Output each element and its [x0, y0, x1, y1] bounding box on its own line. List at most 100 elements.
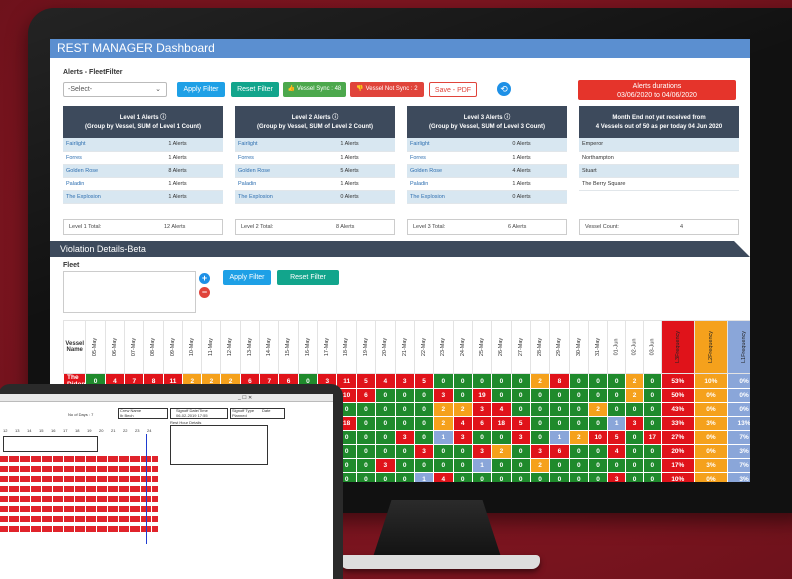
- pct-cell: 0%: [693, 402, 728, 417]
- table-row: Golden Rose 5 Alerts: [235, 164, 395, 178]
- vessel-name[interactable]: Golden Rose: [63, 164, 166, 178]
- violation-cell: 0: [568, 416, 589, 431]
- hour-label: 19: [87, 428, 92, 433]
- vessel-name[interactable]: The Explosion: [235, 190, 338, 204]
- vessel-name[interactable]: Golden Rose: [407, 164, 510, 178]
- rest-row: [0, 506, 158, 512]
- table-row: Forres 1 Alerts: [235, 151, 395, 165]
- violation-cell: 4: [491, 402, 512, 417]
- date-header: 29-May: [549, 320, 570, 374]
- pct-cell: 0%: [726, 388, 750, 403]
- date-header: 19-May: [355, 320, 377, 374]
- vessel-name[interactable]: Paladin: [407, 177, 510, 191]
- vessel-sync-button[interactable]: 👍 Vessel Sync : 48: [283, 82, 346, 97]
- violation-cell: 3: [471, 444, 493, 459]
- table-row: Fairlight 0 Alerts: [407, 138, 567, 152]
- violation-cell: 0: [587, 444, 609, 459]
- vessel-name[interactable]: Golden Rose: [235, 164, 338, 178]
- refresh-icon[interactable]: ⟲: [497, 82, 511, 96]
- alert-count: 1 Alerts: [165, 151, 223, 165]
- violation-cell: 2: [433, 402, 454, 417]
- violation-cell: 0: [375, 472, 396, 482]
- date-header: 07-May: [124, 320, 145, 374]
- pct-cell: 0%: [693, 472, 728, 482]
- save-pdf-button[interactable]: Save - PDF: [429, 82, 477, 97]
- vessel-name[interactable]: Fairlight: [407, 138, 510, 152]
- violation-cell: 0: [587, 416, 609, 431]
- alerts-durations-range: 03/06/2020 to 04/06/2020: [617, 92, 697, 99]
- violation-cell: 0: [471, 472, 493, 482]
- violation-cell: 4: [607, 444, 627, 459]
- hour-label: 23: [135, 428, 140, 433]
- violation-cell: 8: [549, 373, 570, 389]
- date-header: 16-May: [297, 320, 319, 374]
- violation-cell: 10: [587, 430, 609, 445]
- vessel-not-sync-button[interactable]: 👎 Vessel Not Sync : 2: [350, 82, 424, 97]
- vessel-name[interactable]: The Explosion: [63, 190, 166, 204]
- vessel-name[interactable]: Fairlight: [63, 138, 166, 152]
- vessel-name[interactable]: Forres: [235, 151, 338, 165]
- window-controls[interactable]: _ ☐ ✕: [238, 395, 252, 401]
- pct-cell: 17%: [660, 458, 695, 473]
- signoff-value: 06-02-2019 17:55: [176, 413, 208, 418]
- info-icon: ⓘ: [332, 115, 339, 121]
- alert-count: [729, 164, 739, 178]
- table-row: Forres 1 Alerts: [407, 151, 567, 165]
- hour-label: 21: [111, 428, 116, 433]
- violation-cell: 3: [510, 430, 531, 445]
- vessel-name[interactable]: The Explosion: [407, 190, 510, 204]
- violation-cell: 0: [491, 430, 512, 445]
- reset-filter-button[interactable]: Reset Filter: [231, 82, 279, 97]
- date-header: 22-May: [413, 320, 435, 374]
- fleet-select[interactable]: -Select- ⌄: [63, 82, 167, 97]
- date-header: 11-May: [201, 320, 222, 374]
- date-header: 15-May: [278, 320, 299, 374]
- violation-cell: 0: [549, 416, 570, 431]
- info-icon: ⓘ: [160, 115, 167, 121]
- alert-count: 1 Alerts: [337, 138, 395, 152]
- violation-cell: 0: [394, 444, 415, 459]
- alert-count: [729, 177, 739, 191]
- violation-cell: 0: [375, 430, 396, 445]
- add-icon[interactable]: +: [199, 273, 210, 284]
- vessel-name[interactable]: Paladin: [235, 177, 338, 191]
- violation-cell: 0: [587, 472, 609, 482]
- alert-count: 5 Alerts: [337, 164, 395, 178]
- remove-icon[interactable]: −: [199, 287, 210, 298]
- violation-cell: 3: [394, 373, 415, 389]
- violation-cell: 0: [568, 458, 589, 473]
- pct-cell: 0%: [693, 430, 728, 445]
- violation-reset-filter-button[interactable]: Reset Filter: [277, 270, 339, 285]
- violation-cell: 3: [452, 430, 473, 445]
- violation-cell: 0: [549, 458, 570, 473]
- violation-cell: 6: [355, 388, 377, 403]
- laptop-frame: _ ☐ ✕ No of Days : 7 Crew Name Ib Bech S…: [0, 384, 343, 579]
- rest-row: [0, 516, 158, 522]
- vessel-name[interactable]: Forres: [407, 151, 510, 165]
- fleet-multiselect[interactable]: [63, 271, 196, 313]
- violation-cell: 0: [375, 388, 396, 403]
- violation-cell: 0: [529, 472, 551, 482]
- violation-cell: 1: [549, 430, 570, 445]
- violation-cell: 0: [642, 458, 662, 473]
- vessel-name[interactable]: Fairlight: [235, 138, 338, 152]
- violation-cell: 0: [413, 416, 435, 431]
- violation-cell: 0: [607, 402, 627, 417]
- violation-cell: 0: [413, 458, 435, 473]
- alert-count: [729, 151, 739, 165]
- violation-cell: 0: [607, 388, 627, 403]
- hour-label: 14: [27, 428, 32, 433]
- table-row: Fairlight 1 Alerts: [235, 138, 395, 152]
- apply-filter-button[interactable]: Apply Filter: [177, 82, 225, 97]
- violation-cell: 0: [433, 444, 454, 459]
- pct-cell: 3%: [693, 458, 728, 473]
- violation-apply-filter-button[interactable]: Apply Filter: [223, 270, 271, 285]
- date-header: 08-May: [143, 320, 164, 374]
- table-row: Paladin 1 Alerts: [235, 177, 395, 191]
- vessel-name[interactable]: Forres: [63, 151, 166, 165]
- violation-cell: 0: [375, 416, 396, 431]
- violation-cell: 0: [642, 373, 662, 389]
- violation-cell: 0: [510, 402, 531, 417]
- violation-cell: 0: [625, 458, 644, 473]
- vessel-name[interactable]: Paladin: [63, 177, 166, 191]
